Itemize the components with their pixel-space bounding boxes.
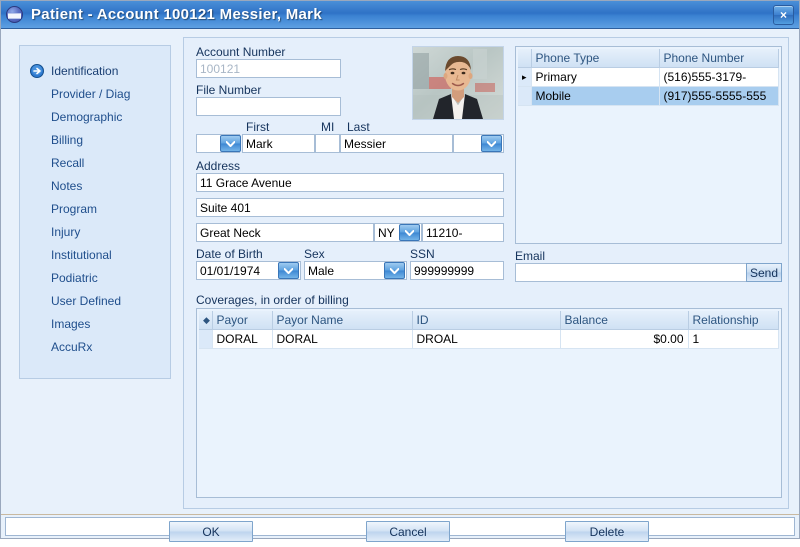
- ssn-input[interactable]: 999999999: [410, 261, 504, 280]
- sidebar-item-label: Podiatric: [51, 270, 98, 285]
- sidebar-item-label: User Defined: [51, 293, 122, 308]
- sidebar-item-injury[interactable]: Injury: [20, 220, 170, 243]
- coverages-grid-table: ◆ Payor Payor Name ID Balance Relationsh…: [199, 311, 779, 349]
- sidebar-item-program[interactable]: Program: [20, 197, 170, 220]
- sidebar-item-label: Recall: [51, 155, 85, 170]
- sidebar-item-demographic[interactable]: Demographic: [20, 105, 170, 128]
- dialog-button-bar: OK Cancel Delete: [1, 513, 799, 547]
- sidebar-item-label: Images: [51, 316, 91, 331]
- sidebar-item-images[interactable]: Images: [20, 312, 170, 335]
- sidebar-nav: Identification Provider / Diag Demograph…: [19, 45, 171, 379]
- phone-col-type[interactable]: Phone Type: [531, 49, 660, 68]
- sidebar-item-recall[interactable]: Recall: [20, 151, 170, 174]
- coverages-rowmark-header: ◆: [199, 311, 213, 330]
- sidebar-item-institutional[interactable]: Institutional: [20, 243, 170, 266]
- sidebar-item-user-defined[interactable]: User Defined: [20, 289, 170, 312]
- coverages-col-id[interactable]: ID: [412, 311, 561, 330]
- address-line2-input[interactable]: Suite 401: [196, 198, 504, 217]
- first-name-input[interactable]: Mark: [242, 134, 315, 153]
- ssn-label: SSN: [410, 247, 435, 261]
- mi-label: MI: [321, 120, 335, 134]
- sidebar-item-label: Identification: [51, 63, 119, 78]
- close-icon[interactable]: ×: [773, 5, 794, 25]
- coverage-relationship-cell[interactable]: 1: [688, 329, 779, 349]
- name-suffix-dropdown-button[interactable]: [481, 135, 502, 152]
- dob-dropdown-button[interactable]: [278, 262, 299, 279]
- email-label: Email: [515, 249, 546, 263]
- coverages-label: Coverages, in order of billing: [196, 293, 349, 307]
- zip-input[interactable]: 11210-: [422, 223, 504, 242]
- sidebar-item-podiatric[interactable]: Podiatric: [20, 266, 170, 289]
- table-row[interactable]: DORAL DORAL DROAL $0.00 1: [199, 329, 779, 349]
- address-line1-input[interactable]: 11 Grace Avenue: [196, 173, 504, 192]
- sidebar-item-label: Injury: [51, 224, 81, 239]
- sex-label: Sex: [304, 247, 325, 261]
- send-email-button[interactable]: Send: [746, 263, 782, 282]
- coverages-col-relationship[interactable]: Relationship: [688, 311, 779, 330]
- patient-circle-icon: [6, 6, 23, 23]
- coverage-balance-cell[interactable]: $0.00: [560, 329, 689, 349]
- phone-header-row: Phone Type Phone Number: [518, 49, 779, 68]
- last-name-label: Last: [347, 120, 370, 134]
- phone-number-cell[interactable]: (917)555-5555-555: [659, 86, 779, 106]
- sidebar-item-label: Notes: [51, 178, 83, 193]
- arrow-right-icon: [30, 63, 44, 78]
- window-title: Patient - Account 100121 Messier, Mark: [31, 6, 322, 23]
- sidebar-item-label: Demographic: [51, 109, 123, 124]
- dob-label: Date of Birth: [196, 247, 263, 261]
- coverage-id-cell[interactable]: DROAL: [412, 329, 561, 349]
- coverage-payor-cell[interactable]: DORAL: [212, 329, 273, 349]
- sidebar-item-billing[interactable]: Billing: [20, 128, 170, 151]
- phone-type-cell[interactable]: Mobile: [531, 86, 660, 106]
- state-dropdown-button[interactable]: [399, 224, 420, 241]
- sex-dropdown-button[interactable]: [384, 262, 405, 279]
- patient-dialog-window: Patient - Account 100121 Messier, Mark ×…: [0, 0, 800, 542]
- account-number-input[interactable]: 100121: [196, 59, 341, 78]
- coverages-header-row: ◆ Payor Payor Name ID Balance Relationsh…: [199, 311, 779, 330]
- sidebar-item-label: Billing: [51, 132, 84, 147]
- sidebar-item-label: Institutional: [51, 247, 112, 262]
- sidebar-item-provider-diag[interactable]: Provider / Diag: [20, 82, 170, 105]
- last-name-input[interactable]: Messier: [340, 134, 453, 153]
- file-number-input[interactable]: [196, 97, 341, 116]
- mi-input[interactable]: [315, 134, 340, 153]
- phone-grid-table: Phone Type Phone Number ▸ Primary (516)5…: [518, 49, 779, 106]
- email-input[interactable]: [515, 263, 747, 282]
- phone-table[interactable]: Phone Type Phone Number ▸ Primary (516)5…: [515, 46, 782, 244]
- row-marker: [199, 329, 213, 349]
- identification-panel: Account Number 100121 File Number First …: [183, 37, 789, 509]
- dialog-body: Identification Provider / Diag Demograph…: [1, 29, 799, 542]
- table-row[interactable]: Mobile (917)555-5555-555: [518, 86, 779, 106]
- patient-photo: [412, 46, 504, 120]
- phone-number-cell[interactable]: (516)555-3179-: [659, 67, 779, 87]
- address-label: Address: [196, 159, 241, 173]
- coverage-payor-name-cell[interactable]: DORAL: [272, 329, 413, 349]
- sidebar-item-label: Program: [51, 201, 98, 216]
- coverages-col-payor-name[interactable]: Payor Name: [272, 311, 413, 330]
- coverages-col-balance[interactable]: Balance: [560, 311, 689, 330]
- first-name-label: First: [246, 120, 270, 134]
- city-input[interactable]: Great Neck: [196, 223, 374, 242]
- sidebar-item-label: AccuRx: [51, 339, 93, 354]
- row-marker: ▸: [518, 67, 532, 87]
- sidebar-item-identification[interactable]: Identification: [20, 59, 170, 82]
- file-number-label: File Number: [196, 83, 262, 97]
- name-prefix-dropdown-button[interactable]: [220, 135, 241, 152]
- row-marker: [518, 86, 532, 106]
- table-row[interactable]: ▸ Primary (516)555-3179-: [518, 67, 779, 87]
- sidebar-item-label: Provider / Diag: [51, 86, 131, 101]
- phone-col-number[interactable]: Phone Number: [659, 49, 779, 68]
- phone-rowmark-header: [518, 49, 532, 68]
- phone-type-cell[interactable]: Primary: [531, 67, 660, 87]
- coverages-table[interactable]: ◆ Payor Payor Name ID Balance Relationsh…: [196, 308, 782, 498]
- sidebar-item-accurx[interactable]: AccuRx: [20, 335, 170, 358]
- account-number-label: Account Number: [196, 45, 286, 59]
- sidebar-item-notes[interactable]: Notes: [20, 174, 170, 197]
- coverages-col-payor[interactable]: Payor: [212, 311, 273, 330]
- title-bar: Patient - Account 100121 Messier, Mark ×: [1, 1, 799, 29]
